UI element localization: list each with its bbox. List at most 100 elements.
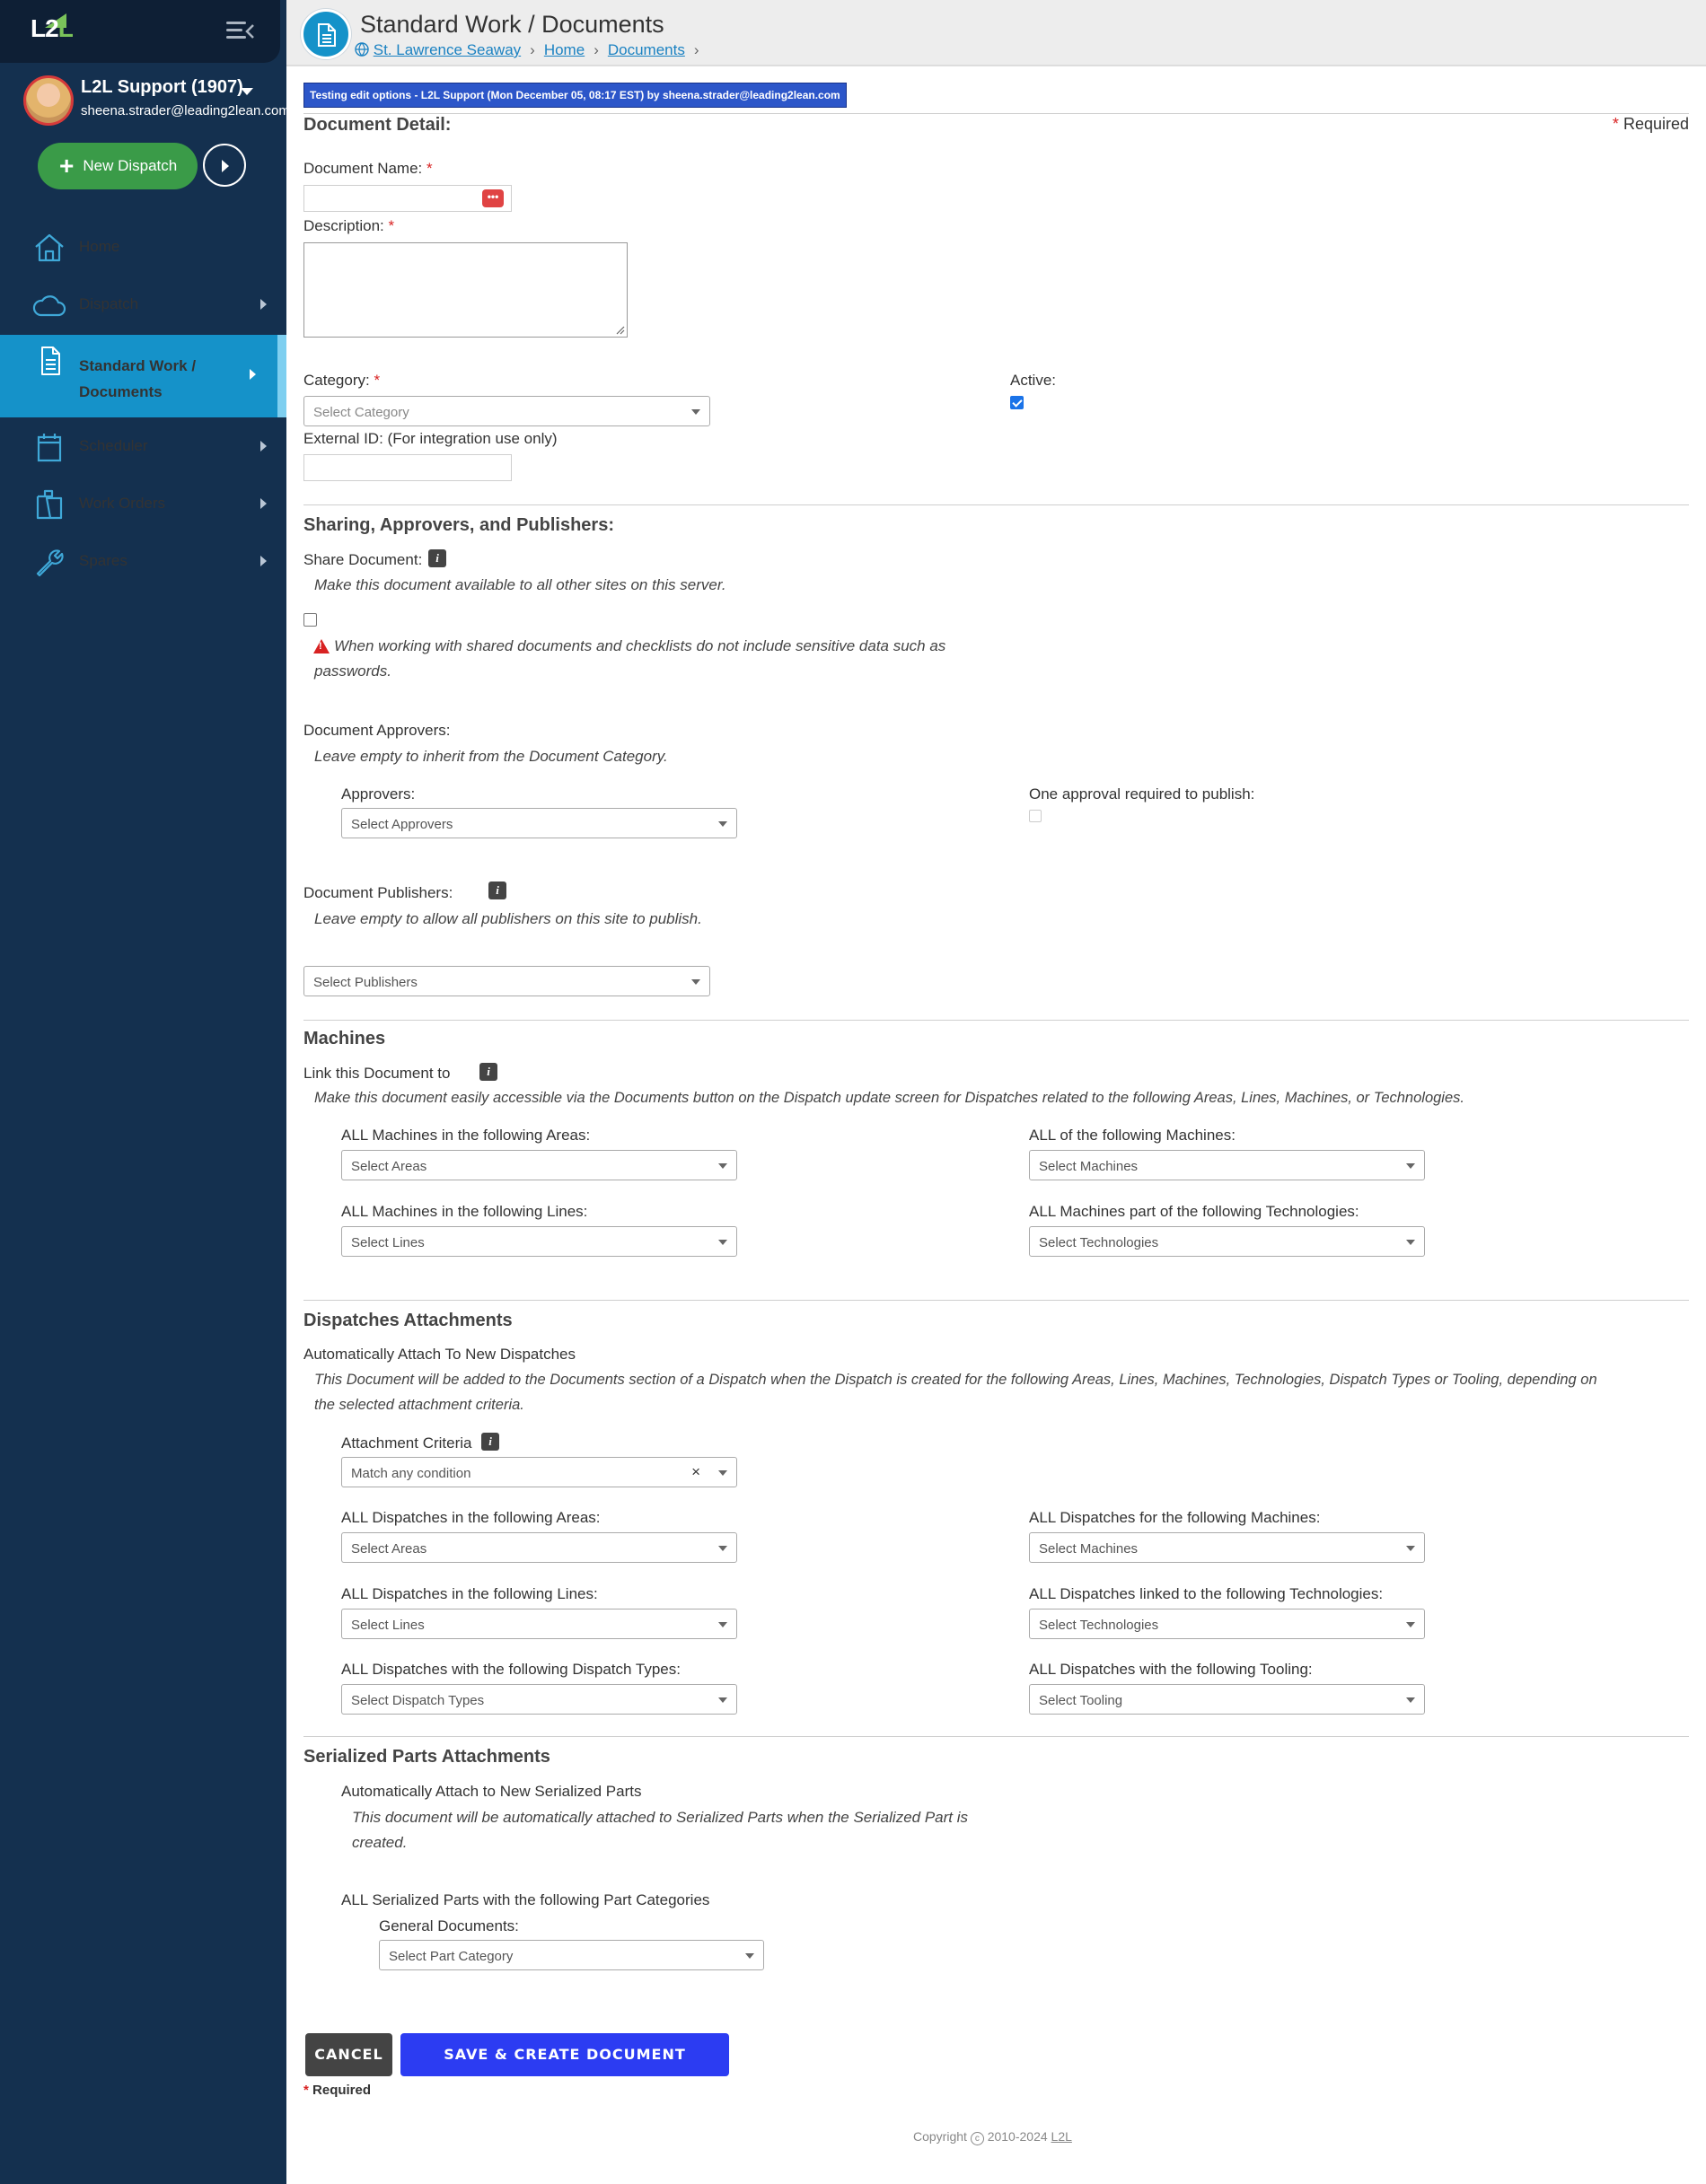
external-id-input[interactable]: [303, 454, 512, 481]
chevron-down-icon: [718, 1697, 727, 1703]
page-document-icon: [301, 9, 351, 59]
machines-tech-label: ALL Machines part of the following Techn…: [1029, 1203, 1359, 1220]
collapse-menu-icon[interactable]: [226, 22, 254, 43]
resize-handle-icon[interactable]: [616, 326, 625, 335]
sidebar-item-work-orders[interactable]: Work Orders: [0, 475, 286, 532]
expand-arrow-icon: [260, 441, 267, 452]
machines-heading: Machines: [303, 1029, 386, 1048]
sidebar-item-spares[interactable]: Spares: [0, 532, 286, 590]
approvers-label: Approvers:: [341, 785, 416, 803]
dispatch-lines-select[interactable]: Select Lines: [341, 1609, 737, 1639]
info-icon[interactable]: i: [428, 549, 446, 567]
publishers-note: Leave empty to allow all publishers on t…: [314, 910, 702, 927]
required-legend: * Required: [1612, 115, 1689, 133]
chevron-down-icon: [691, 979, 700, 985]
globe-icon: [355, 42, 369, 57]
sidebar-item-standard-work[interactable]: Standard Work / Documents: [0, 335, 286, 417]
share-warning: When working with shared documents and c…: [334, 637, 946, 654]
info-icon[interactable]: i: [479, 1063, 497, 1081]
home-icon: [35, 233, 64, 262]
info-icon[interactable]: i: [488, 881, 506, 899]
approvers-select[interactable]: Select Approvers: [341, 808, 737, 838]
l2l-link[interactable]: L2L: [1051, 2129, 1072, 2144]
machines-lines-select[interactable]: Select Lines: [341, 1226, 737, 1257]
avatar[interactable]: [23, 75, 74, 126]
breadcrumb: St. Lawrence Seaway › Home › Documents ›: [355, 41, 708, 59]
new-dispatch-button[interactable]: + New Dispatch: [38, 143, 198, 189]
dispatch-tech-label: ALL Dispatches linked to the following T…: [1029, 1585, 1384, 1602]
required-legend-bottom: * Required: [303, 2083, 372, 2098]
dispatches-note-cont: the selected attachment criteria.: [314, 1397, 524, 1413]
chevron-down-icon: [745, 1953, 754, 1959]
dispatch-tooling-select[interactable]: Select Tooling: [1029, 1684, 1425, 1715]
active-checkbox[interactable]: [1010, 396, 1024, 409]
copyright: Copyright c 2010-2024 L2L: [913, 2129, 1072, 2145]
dispatches-auto-label: Automatically Attach To New Dispatches: [303, 1346, 576, 1363]
sidebar-item-label: Spares: [79, 552, 128, 569]
sidebar-item-label: Scheduler: [79, 437, 148, 454]
chevron-down-icon: [1406, 1697, 1415, 1703]
clear-icon[interactable]: ×: [691, 1463, 700, 1481]
dispatch-machines-select[interactable]: Select Machines: [1029, 1532, 1425, 1563]
logo-bar: L2L: [0, 0, 280, 63]
sidebar-item-label: Standard Work / Documents: [79, 357, 197, 400]
attachment-criteria-select[interactable]: Match any condition ×: [341, 1457, 737, 1487]
chevron-down-icon: [718, 1470, 727, 1476]
serialized-auto-label: Automatically Attach to New Serialized P…: [341, 1783, 642, 1800]
dispatch-types-label: ALL Dispatches with the following Dispat…: [341, 1661, 681, 1678]
publishers-select[interactable]: Select Publishers: [303, 966, 710, 996]
part-category-select[interactable]: Select Part Category: [379, 1940, 764, 1970]
calendar-icon: [37, 434, 62, 462]
save-revision-button[interactable]: SAVE & CREATE DOCUMENT REVISION: [400, 2033, 729, 2106]
dispatch-areas-select[interactable]: Select Areas: [341, 1532, 737, 1563]
machines-machines-select[interactable]: Select Machines: [1029, 1150, 1425, 1180]
sidebar-item-dispatch[interactable]: Dispatch: [0, 276, 286, 333]
cancel-button[interactable]: CANCEL: [305, 2033, 392, 2076]
dispatch-areas-label: ALL Dispatches in the following Areas:: [341, 1509, 601, 1526]
machines-tech-select[interactable]: Select Technologies: [1029, 1226, 1425, 1257]
chevron-down-icon: [718, 821, 727, 827]
category-label: Category: *: [303, 372, 381, 389]
expand-arrow-icon: [250, 369, 256, 380]
breadcrumb-home-link[interactable]: Home: [544, 41, 585, 58]
sidebar: L2L L2L Support (1907) sheena.strader@le…: [0, 0, 290, 2184]
expand-actions-button[interactable]: [203, 144, 246, 187]
document-name-input[interactable]: •••: [303, 185, 512, 212]
dispatch-tech-select[interactable]: Select Technologies: [1029, 1609, 1425, 1639]
active-indicator: [277, 335, 286, 417]
part-categories-label: ALL Serialized Parts with the following …: [341, 1891, 710, 1908]
chevron-down-icon: [718, 1240, 727, 1245]
info-icon[interactable]: i: [481, 1433, 499, 1451]
serialized-heading: Serialized Parts Attachments: [303, 1747, 550, 1767]
clipboard-icon: [36, 489, 63, 520]
link-document-label: Link this Document to: [303, 1065, 451, 1082]
share-warning-cont: passwords.: [314, 662, 391, 680]
active-label: Active:: [1010, 372, 1057, 389]
copyright-icon: c: [970, 2132, 984, 2145]
dispatches-note: This Document will be added to the Docum…: [314, 1372, 1597, 1388]
external-id-label: External ID: (For integration use only): [303, 430, 558, 447]
machines-areas-label: ALL Machines in the following Areas:: [341, 1127, 591, 1144]
password-manager-icon[interactable]: •••: [482, 189, 504, 207]
user-menu-caret-icon[interactable]: [241, 88, 253, 95]
category-select[interactable]: Select Category: [303, 396, 710, 426]
approvers-note: Leave empty to inherit from the Document…: [314, 748, 668, 765]
logo-text: L2: [31, 14, 59, 42]
sidebar-item-home[interactable]: Home: [0, 218, 286, 276]
one-approval-checkbox[interactable]: [1029, 810, 1042, 822]
logo[interactable]: L2L: [31, 14, 74, 43]
breadcrumb-separator-icon: ›: [594, 41, 599, 58]
sidebar-item-scheduler[interactable]: Scheduler: [0, 417, 286, 475]
share-document-checkbox[interactable]: [303, 613, 317, 627]
breadcrumb-site-link[interactable]: St. Lawrence Seaway: [374, 41, 521, 58]
sidebar-item-label: Work Orders: [79, 495, 166, 512]
user-name[interactable]: L2L Support (1907): [81, 77, 243, 98]
description-textarea[interactable]: [303, 242, 628, 338]
dispatch-types-select[interactable]: Select Dispatch Types: [341, 1684, 737, 1715]
document-form: Testing edit options - L2L Support (Mon …: [286, 66, 1706, 2184]
page-header: Standard Work / Documents St. Lawrence S…: [286, 0, 1706, 66]
machines-areas-select[interactable]: Select Areas: [341, 1150, 737, 1180]
document-icon: [41, 346, 60, 375]
logo-text-accent: L: [57, 14, 74, 42]
breadcrumb-documents-link[interactable]: Documents: [608, 41, 685, 58]
